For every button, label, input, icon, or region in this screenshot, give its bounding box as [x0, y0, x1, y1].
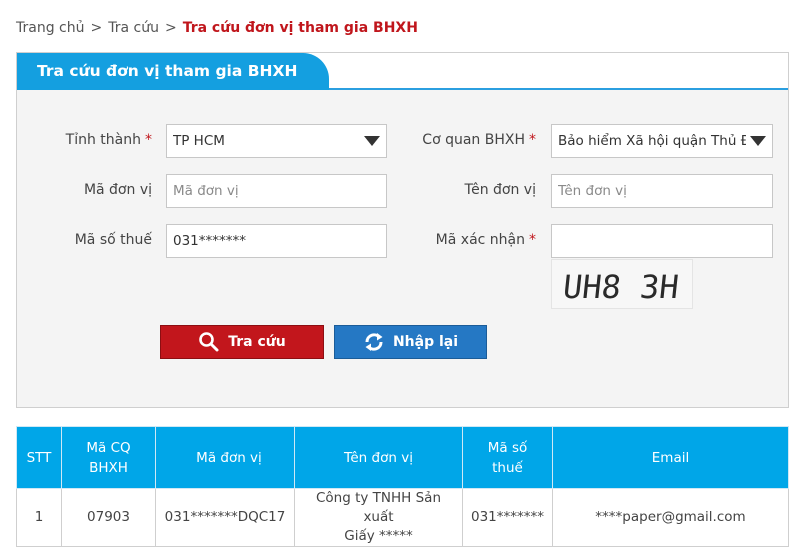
- breadcrumb: Trang chủ > Tra cứu > Tra cứu đơn vị tham gi…: [16, 20, 418, 36]
- breadcrumb-home-link[interactable]: Trang chủ: [16, 20, 84, 36]
- cell-stt: 1: [16, 488, 62, 547]
- search-icon: [199, 332, 219, 352]
- col-email: Email: [552, 426, 789, 489]
- breadcrumb-separator: >: [90, 20, 103, 36]
- col-agency-code: Mã CQ BHXH: [61, 426, 156, 489]
- results-table: STT Mã CQ BHXH Mã đơn vị Tên đơn vị Mã số…: [16, 426, 789, 547]
- panel-title: Tra cứu đơn vị tham gia BHXH: [17, 53, 329, 90]
- unit-code-label: Mã đơn vị: [83, 182, 152, 198]
- col-stt: STT: [16, 426, 62, 489]
- cell-unit-name: Công ty TNHH Sản xuất Giấy *****: [294, 488, 463, 547]
- agency-select[interactable]: Bảo hiểm Xã hội quận Thủ Đức: [551, 124, 773, 158]
- table-row: 1 07903 031*******DQC17 Công ty TNHH Sản…: [16, 488, 789, 547]
- province-label: Tỉnh thành *: [65, 132, 152, 148]
- tax-code-label: Mã số thuế: [74, 232, 152, 248]
- search-button[interactable]: Tra cứu: [160, 325, 324, 359]
- col-unit-name: Tên đơn vị: [294, 426, 463, 489]
- province-select[interactable]: TP HCM: [166, 124, 387, 158]
- breadcrumb-current: Tra cứu đơn vị tham gia BHXH: [182, 20, 418, 36]
- cell-agency-code: 07903: [61, 488, 156, 547]
- cell-unit-code: 031*******DQC17: [155, 488, 295, 547]
- reset-button[interactable]: Nhập lại: [334, 325, 487, 359]
- table-header-row: STT Mã CQ BHXH Mã đơn vị Tên đơn vị Mã số…: [16, 426, 789, 489]
- refresh-icon: [365, 333, 383, 351]
- panel-header: Tra cứu đơn vị tham gia BHXH: [17, 53, 788, 90]
- breadcrumb-lookup-link[interactable]: Tra cứu: [108, 20, 159, 36]
- agency-label: Cơ quan BHXH *: [422, 132, 536, 148]
- province-select-value: TP HCM: [173, 133, 225, 149]
- unit-name-input[interactable]: [551, 174, 773, 208]
- breadcrumb-separator: >: [164, 20, 177, 36]
- chevron-down-icon: [746, 125, 768, 157]
- captcha-label: Mã xác nhận *: [435, 232, 536, 248]
- captcha-text: UH8 3H: [561, 268, 681, 306]
- tax-code-input[interactable]: [166, 224, 387, 258]
- unit-name-label: Tên đơn vị: [464, 182, 536, 198]
- captcha-image: UH8 3H: [551, 259, 693, 309]
- chevron-down-icon: [360, 125, 382, 157]
- agency-select-value: Bảo hiểm Xã hội quận Thủ Đức: [558, 133, 768, 149]
- reset-button-label: Nhập lại: [392, 334, 459, 350]
- search-button-label: Tra cứu: [228, 334, 286, 350]
- unit-code-input[interactable]: [166, 174, 387, 208]
- col-unit-code: Mã đơn vị: [155, 426, 295, 489]
- col-tax-code: Mã số thuế: [462, 426, 553, 489]
- cell-email: ****paper@gmail.com: [552, 488, 789, 547]
- captcha-input[interactable]: [551, 224, 773, 258]
- cell-tax-code: 031*******: [462, 488, 553, 547]
